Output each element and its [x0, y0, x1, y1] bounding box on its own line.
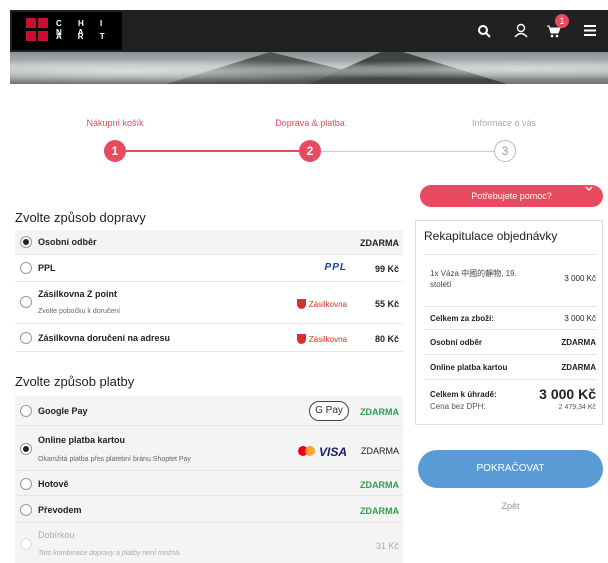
- logo-text-line2: A R T: [56, 32, 112, 41]
- ppl-logo: PPL: [324, 262, 347, 273]
- radio-zasilkovna-address[interactable]: [20, 332, 32, 344]
- order-summary: Rekapitulace objednávky 1x Váza 中國的靜物, 1…: [415, 220, 603, 425]
- menu-icon[interactable]: [584, 25, 596, 36]
- summary-total-row: Celkem k úhradě: 3 000 Kč Cena bez DPH: …: [424, 379, 596, 419]
- payment-option-cod: Dobírkou Tato kombinace dopravy a platby…: [15, 523, 403, 563]
- shipping-option-zpoint[interactable]: Zásilkovna Z point Zvolte pobočku k doru…: [15, 282, 403, 324]
- shipping-option-ppl[interactable]: PPL PPL 99 Kč: [15, 255, 403, 282]
- total-price: 3 000 Kč: [539, 386, 596, 402]
- payment-title: Zvolte způsob platby: [15, 374, 135, 389]
- step-remaining-line: [321, 151, 495, 152]
- radio-card-online[interactable]: [20, 443, 32, 455]
- help-button[interactable]: Potřebujete pomoc?: [420, 185, 603, 207]
- visa-logo: VISA: [318, 445, 347, 459]
- back-link[interactable]: Zpět: [418, 501, 603, 511]
- summary-title: Rekapitulace objednávky: [424, 229, 558, 243]
- cart-count-badge: 1: [555, 14, 569, 28]
- payment-option-transfer[interactable]: Převodem ZDARMA: [15, 496, 403, 523]
- radio-cash-on-delivery: [20, 538, 32, 550]
- shipping-title: Zvolte způsob dopravy: [15, 210, 146, 225]
- step-label-shipping: Doprava & platba: [275, 118, 345, 128]
- step-circle-1[interactable]: 1: [104, 140, 126, 162]
- summary-goods-row: Celkem za zboží: 3 000 Kč: [424, 306, 596, 329]
- radio-cash[interactable]: [20, 478, 32, 490]
- radio-personal-pickup[interactable]: [20, 236, 32, 248]
- step-circle-3: 3: [494, 140, 516, 162]
- zasilkovna-logo: Zásilkovna: [296, 334, 347, 344]
- step-circle-2: 2: [299, 140, 321, 162]
- zasilkovna-shield-icon: [296, 334, 306, 344]
- radio-ppl[interactable]: [20, 262, 32, 274]
- shipping-option-personal[interactable]: Osobní odběr ZDARMA: [15, 230, 403, 255]
- search-icon[interactable]: [477, 24, 491, 38]
- user-icon[interactable]: [514, 23, 528, 38]
- payment-option-googlepay[interactable]: Google Pay G Pay ZDARMA: [15, 396, 403, 426]
- google-pay-icon: G Pay: [309, 401, 349, 421]
- summary-item-row: 1x Váza 中國的靜物, 19. století 3 000 Kč: [424, 254, 596, 306]
- payment-option-cash[interactable]: Hotově ZDARMA: [15, 471, 403, 496]
- payment-option-card[interactable]: Online platba kartou Okamžitá platba pře…: [15, 426, 403, 471]
- site-logo[interactable]: C H I N A A R T: [12, 12, 122, 50]
- shipping-option-zas-address[interactable]: Zásilkovna doručení na adresu Zásilkovna…: [15, 324, 403, 352]
- radio-google-pay[interactable]: [20, 405, 32, 417]
- zasilkovna-logo: Zásilkovna: [296, 299, 347, 309]
- radio-bank-transfer[interactable]: [20, 504, 32, 516]
- continue-button[interactable]: POKRAČOVAT: [418, 450, 603, 488]
- summary-shipping-row: Osobní odběr ZDARMA: [424, 329, 596, 354]
- step-label-cart[interactable]: Nákupní košík: [55, 118, 175, 128]
- step-label-info: Informace o vás: [471, 118, 537, 128]
- zasilkovna-shield-icon: [296, 299, 306, 309]
- chevron-down-icon[interactable]: [585, 186, 593, 192]
- radio-zasilkovna-zpoint[interactable]: [20, 296, 32, 308]
- step-progress-line: [126, 150, 300, 152]
- summary-payment-row: Online platba kartou ZDARMA: [424, 354, 596, 379]
- hero-banner: [10, 52, 608, 84]
